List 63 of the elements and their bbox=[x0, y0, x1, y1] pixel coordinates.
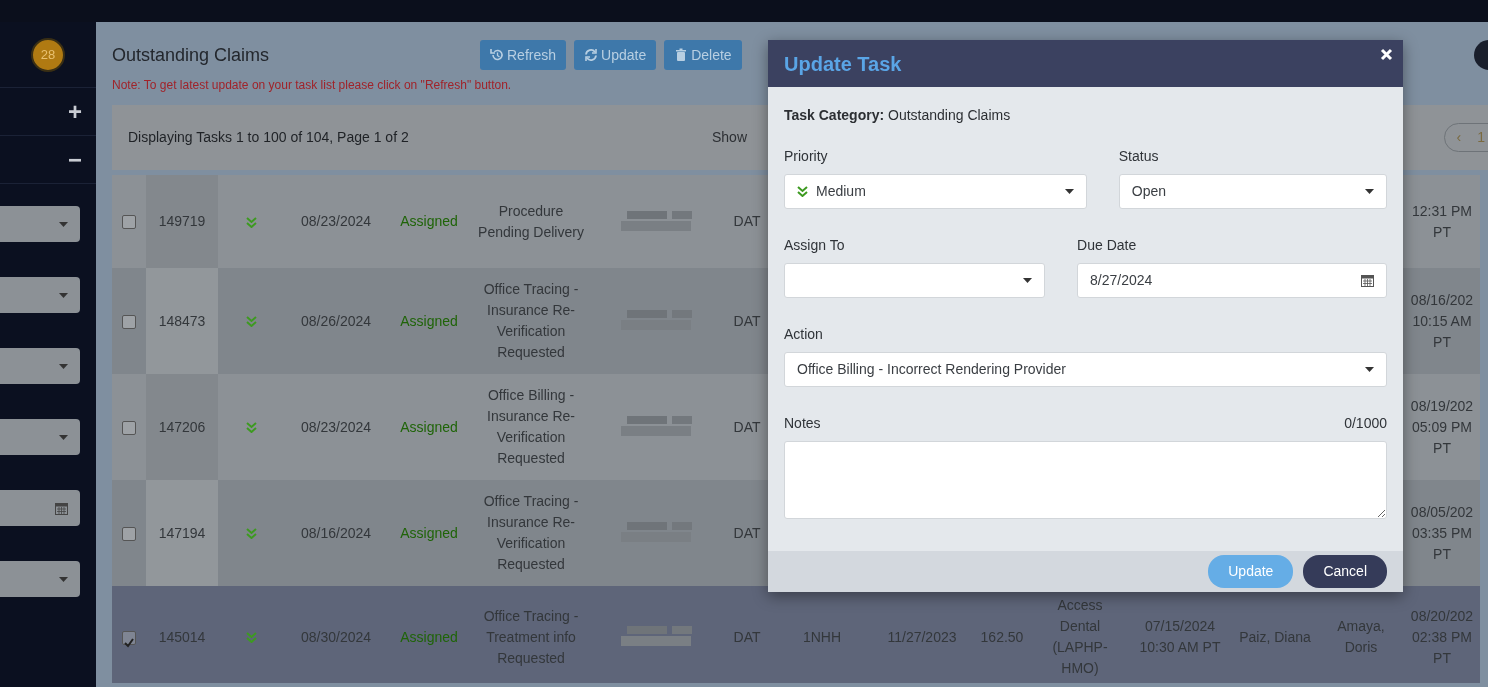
table-cell: DAT bbox=[733, 312, 761, 329]
task-description: Office Tracing - Treatment info Requested bbox=[482, 606, 580, 668]
task-description: Office Tracing - Insurance Re-Verification Requested bbox=[482, 280, 580, 362]
task-description: Office Billing - Insurance Re-Verification Requested bbox=[486, 386, 576, 468]
due-date: 08/23/2024 bbox=[300, 418, 372, 435]
status-text: Assigned bbox=[400, 628, 458, 645]
table-cell-text: 12:31 PM PT bbox=[1411, 201, 1473, 242]
table-cell-text: Access Dental (LAPHP-HMO) bbox=[1051, 596, 1109, 678]
delete-button[interactable]: Delete bbox=[664, 40, 742, 70]
task-category: Task Category: Outstanding Claims bbox=[784, 106, 1012, 126]
status-text: Assigned bbox=[400, 312, 458, 329]
refresh-note: Note: To get latest update on your task list please click on "Refresh" button. bbox=[112, 77, 513, 94]
table-cell: DAT bbox=[733, 524, 761, 541]
dropdown-field[interactable]: Medium bbox=[784, 174, 1087, 210]
status-text: Assigned bbox=[400, 524, 458, 541]
field-label: Notes bbox=[784, 414, 821, 434]
character-counter: 0/1000 bbox=[1344, 414, 1387, 434]
table-cell-text: Paiz, Diana bbox=[1238, 627, 1312, 647]
due-date: 08/23/2024 bbox=[300, 213, 372, 229]
task-id: 147206 bbox=[158, 418, 206, 435]
due-date: 08/30/2024 bbox=[300, 628, 372, 645]
field-label: Priority bbox=[784, 147, 828, 167]
table-row[interactable]: 145014 08/30/2024 Assigned Office Tracing - Treatment info Requested DAT 1NHH 11/27/2023 162.50 Access Dental (LAPHP-HMO) 07/15/2024 10:30 AM PT Paiz, Diana Amaya, Doris 08/20/202 02:38 PM PT bbox=[112, 586, 1480, 683]
cancel-button[interactable]: Cancel bbox=[1303, 555, 1387, 589]
dropdown-field[interactable]: Office Billing - Incorrect Rendering Provider bbox=[784, 352, 1387, 388]
due-date: 08/26/2024 bbox=[300, 312, 372, 329]
update-button[interactable]: Update bbox=[574, 40, 657, 70]
status-text: Assigned bbox=[400, 418, 458, 435]
table-cell-text: 08/05/202 03:35 PM PT bbox=[1409, 502, 1475, 564]
status-text: Assigned bbox=[400, 213, 458, 229]
refresh-button[interactable]: Refresh bbox=[480, 40, 567, 70]
task-description: Procedure Pending Delivery bbox=[477, 201, 585, 242]
table-cell-text: 08/19/202 05:09 PM PT bbox=[1409, 396, 1475, 458]
table-cell-text: 08/16/202 10:15 AM PT bbox=[1409, 290, 1475, 352]
table-cell-text: 162.50 bbox=[979, 627, 1025, 647]
dialog-title: Update Task bbox=[784, 51, 902, 77]
table-cell: DAT bbox=[733, 628, 761, 645]
table-cell-text: 07/15/2024 10:30 AM PT bbox=[1138, 617, 1222, 657]
show-label: Show bbox=[712, 128, 748, 147]
field-label: Due Date bbox=[1077, 236, 1137, 256]
sidebar-action-button[interactable]: + bbox=[68, 93, 82, 130]
dropdown-field[interactable]: Open bbox=[1118, 174, 1387, 210]
notification-badge[interactable]: 28 bbox=[31, 37, 65, 72]
task-count-summary: Displaying Tasks 1 to 100 of 104, Page 1 of 2 bbox=[128, 128, 410, 147]
table-cell: DAT bbox=[733, 418, 761, 435]
table-cell-text: 08/20/202 02:38 PM PT bbox=[1409, 606, 1475, 668]
table-cell-text: 1NHH bbox=[801, 627, 843, 647]
task-id: 148473 bbox=[158, 312, 206, 329]
table-cell-text: Amaya, Doris bbox=[1336, 617, 1386, 657]
task-id: 149719 bbox=[158, 213, 206, 229]
field-label: Action bbox=[784, 325, 823, 345]
table-cell-text: 11/27/2023 bbox=[886, 627, 958, 647]
update-button[interactable]: Update bbox=[1208, 555, 1294, 589]
field-label: Status bbox=[1118, 147, 1159, 167]
page-title: Outstanding Claims bbox=[112, 43, 271, 67]
task-id: 145014 bbox=[158, 628, 206, 645]
task-id: 147194 bbox=[158, 524, 206, 541]
due-date: 08/16/2024 bbox=[300, 524, 372, 541]
sidebar-action-button[interactable]: − bbox=[68, 141, 82, 178]
field-label: Assign To bbox=[784, 236, 845, 256]
task-description: Office Tracing - Insurance Re-Verification Requested bbox=[482, 492, 580, 574]
table-cell: DAT bbox=[733, 213, 761, 229]
date-field[interactable]: 8/27/2024 bbox=[1077, 263, 1387, 299]
